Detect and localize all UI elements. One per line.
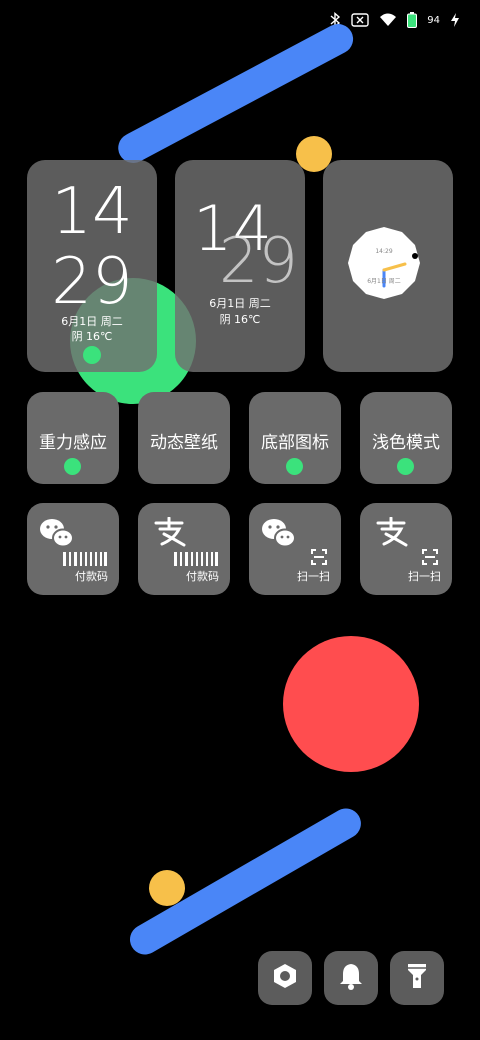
toggle-live-wallpaper[interactable]: 动态壁纸 — [138, 392, 230, 484]
battery-level-text: 94 — [427, 14, 440, 26]
alipay-icon — [374, 516, 408, 551]
toggle-gravity-sensor[interactable]: 重力感应 — [27, 392, 119, 484]
shortcut-label: 扫一扫 — [297, 570, 330, 583]
toggle-label: 底部图标 — [261, 433, 329, 453]
clock-widget-1[interactable]: 14 29 6月1日 周二 阴 16℃ — [27, 160, 157, 372]
toggle-label: 浅色模式 — [372, 433, 440, 453]
wechat-icon — [261, 517, 297, 553]
flashlight-button[interactable] — [390, 951, 444, 1005]
settings-hexagon-icon — [272, 963, 298, 993]
analog-clock-widget[interactable]: 14:29 6月1日 周二 — [323, 160, 453, 372]
analog-clock-face — [347, 226, 421, 300]
nfc-icon — [351, 13, 369, 27]
shortcut-label: 付款码 — [186, 570, 219, 583]
scan-icon — [311, 549, 327, 569]
toggle-light-mode[interactable]: 浅色模式 — [360, 392, 452, 484]
alipay-scan-shortcut[interactable]: 扫一扫 — [360, 503, 452, 595]
clock1-weather: 阴 16℃ — [71, 330, 113, 343]
alipay-pay-code-shortcut[interactable]: 付款码 — [138, 503, 230, 595]
analog-clock-time: 14:29 — [375, 248, 393, 255]
bottom-yellow-dot — [149, 870, 185, 906]
clock1-indicator-dot — [83, 346, 101, 364]
wechat-scan-shortcut[interactable]: 扫一扫 — [249, 503, 341, 595]
scan-icon — [422, 549, 438, 569]
wechat-icon — [39, 517, 75, 553]
charging-icon — [450, 13, 460, 27]
toggle-status-dot — [286, 458, 303, 475]
shortcut-label: 付款码 — [75, 570, 108, 583]
alipay-icon — [152, 516, 186, 551]
clock2-weather: 阴 16℃ — [219, 313, 261, 326]
toggle-status-dot — [397, 458, 414, 475]
clock1-minute: 29 — [51, 245, 133, 319]
red-ball — [283, 636, 419, 772]
wifi-icon — [379, 13, 397, 27]
toggle-status-dot — [64, 458, 81, 475]
notification-button[interactable] — [324, 951, 378, 1005]
clock2-minute: 29 — [219, 224, 298, 297]
toggle-label: 重力感应 — [39, 433, 107, 453]
wechat-pay-code-shortcut[interactable]: 付款码 — [27, 503, 119, 595]
clock1-date: 6月1日 周二 — [61, 315, 123, 328]
battery-icon — [407, 12, 418, 28]
clock1-hour: 14 — [51, 175, 133, 249]
settings-button[interactable] — [258, 951, 312, 1005]
analog-clock-date: 6月1日 周二 — [367, 278, 401, 285]
toggle-label: 动态壁纸 — [150, 433, 218, 453]
clock2-date: 6月1日 周二 — [209, 297, 271, 310]
shortcut-label: 扫一扫 — [408, 570, 441, 583]
clock-widget-2[interactable]: 14 29 6月1日 周二 阴 16℃ — [175, 160, 305, 372]
flashlight-icon — [406, 962, 428, 994]
bell-icon — [338, 962, 364, 994]
toggle-bottom-icons[interactable]: 底部图标 — [249, 392, 341, 484]
